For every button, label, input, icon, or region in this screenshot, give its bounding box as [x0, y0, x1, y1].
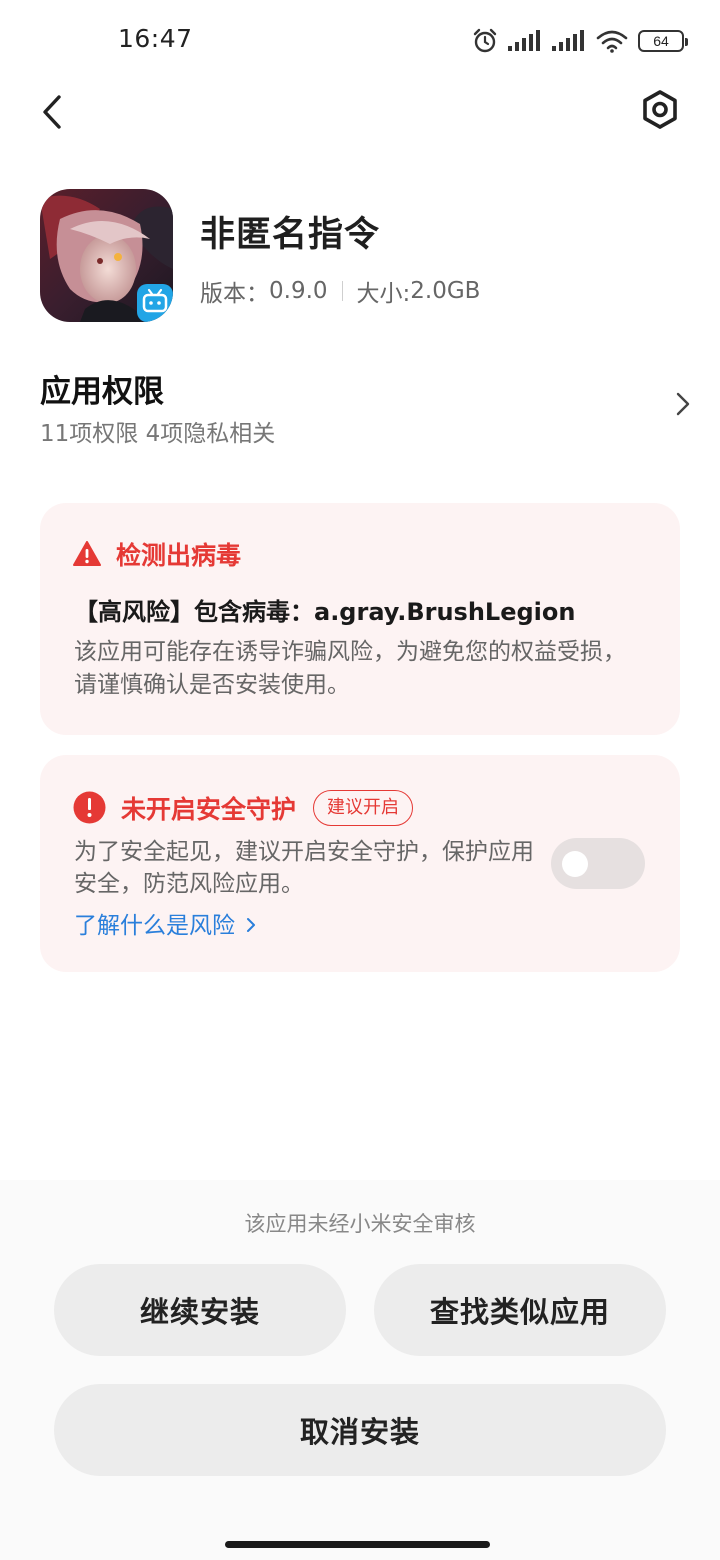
back-button[interactable] [30, 88, 74, 136]
chevron-left-icon [43, 95, 61, 129]
chevron-right-icon [676, 392, 690, 416]
size-value: 2.0GB [410, 278, 481, 304]
battery-icon: 64 [638, 30, 688, 52]
signal-icon [508, 30, 540, 51]
cancel-install-button[interactable]: 取消安装 [54, 1384, 666, 1476]
virus-risk-line: 【高风险】包含病毒：a.gray.BrushLegion [74, 598, 576, 626]
alert-circle-icon [73, 791, 106, 824]
virus-title: 检测出病毒 [116, 536, 241, 572]
app-icon [40, 189, 173, 322]
permissions-row[interactable]: 应用权限 11项权限 4项隐私相关 [40, 366, 690, 450]
learn-risk-link-text: 了解什么是风险 [74, 913, 235, 939]
guard-description: 为了安全起见，建议开启安全守护，保护应用安全，防范风险应用。 [74, 839, 534, 897]
security-guard-toggle[interactable] [551, 838, 645, 889]
home-indicator[interactable] [225, 1541, 490, 1548]
find-similar-apps-button[interactable]: 查找类似应用 [374, 1264, 666, 1356]
meta-divider [341, 281, 343, 301]
chevron-right-icon [247, 918, 256, 932]
status-time: 16:47 [118, 24, 193, 53]
toggle-knob [562, 851, 588, 877]
virus-title-text: 检测出病毒 [116, 541, 242, 570]
status-bar: 16:47 64 [0, 0, 720, 84]
settings-hexagon-icon [643, 90, 677, 129]
continue-install-button[interactable]: 继续安装 [54, 1264, 346, 1356]
settings-button[interactable] [636, 86, 684, 134]
virus-description: 该应用可能存在诱导诈骗风险，为避免您的权益受损，请谨慎确认是否安装使用。 [74, 639, 626, 698]
wifi-icon [596, 30, 628, 53]
learn-risk-link[interactable]: 了解什么是风险 [74, 906, 256, 940]
warning-triangle-icon [73, 541, 101, 566]
version-label: 版本： [200, 281, 269, 307]
review-note: 该应用未经小米安全审核 [244, 1212, 476, 1236]
status-icons: 64 [472, 26, 688, 56]
permissions-title: 应用权限 [40, 374, 164, 410]
permissions-summary: 11项权限 4项隐私相关 [40, 421, 276, 447]
alarm-icon [473, 28, 497, 53]
app-meta: 版本： 0.9.0 大小: 2.0GB [200, 274, 480, 308]
guard-title: 未开启安全守护 [121, 795, 297, 824]
suggest-badge: 建议开启 [313, 790, 413, 826]
size-label: 大小: [356, 281, 411, 307]
signal-icon [552, 30, 584, 51]
app-name: 非匿名指令 [200, 215, 381, 255]
version-value: 0.9.0 [269, 278, 328, 304]
